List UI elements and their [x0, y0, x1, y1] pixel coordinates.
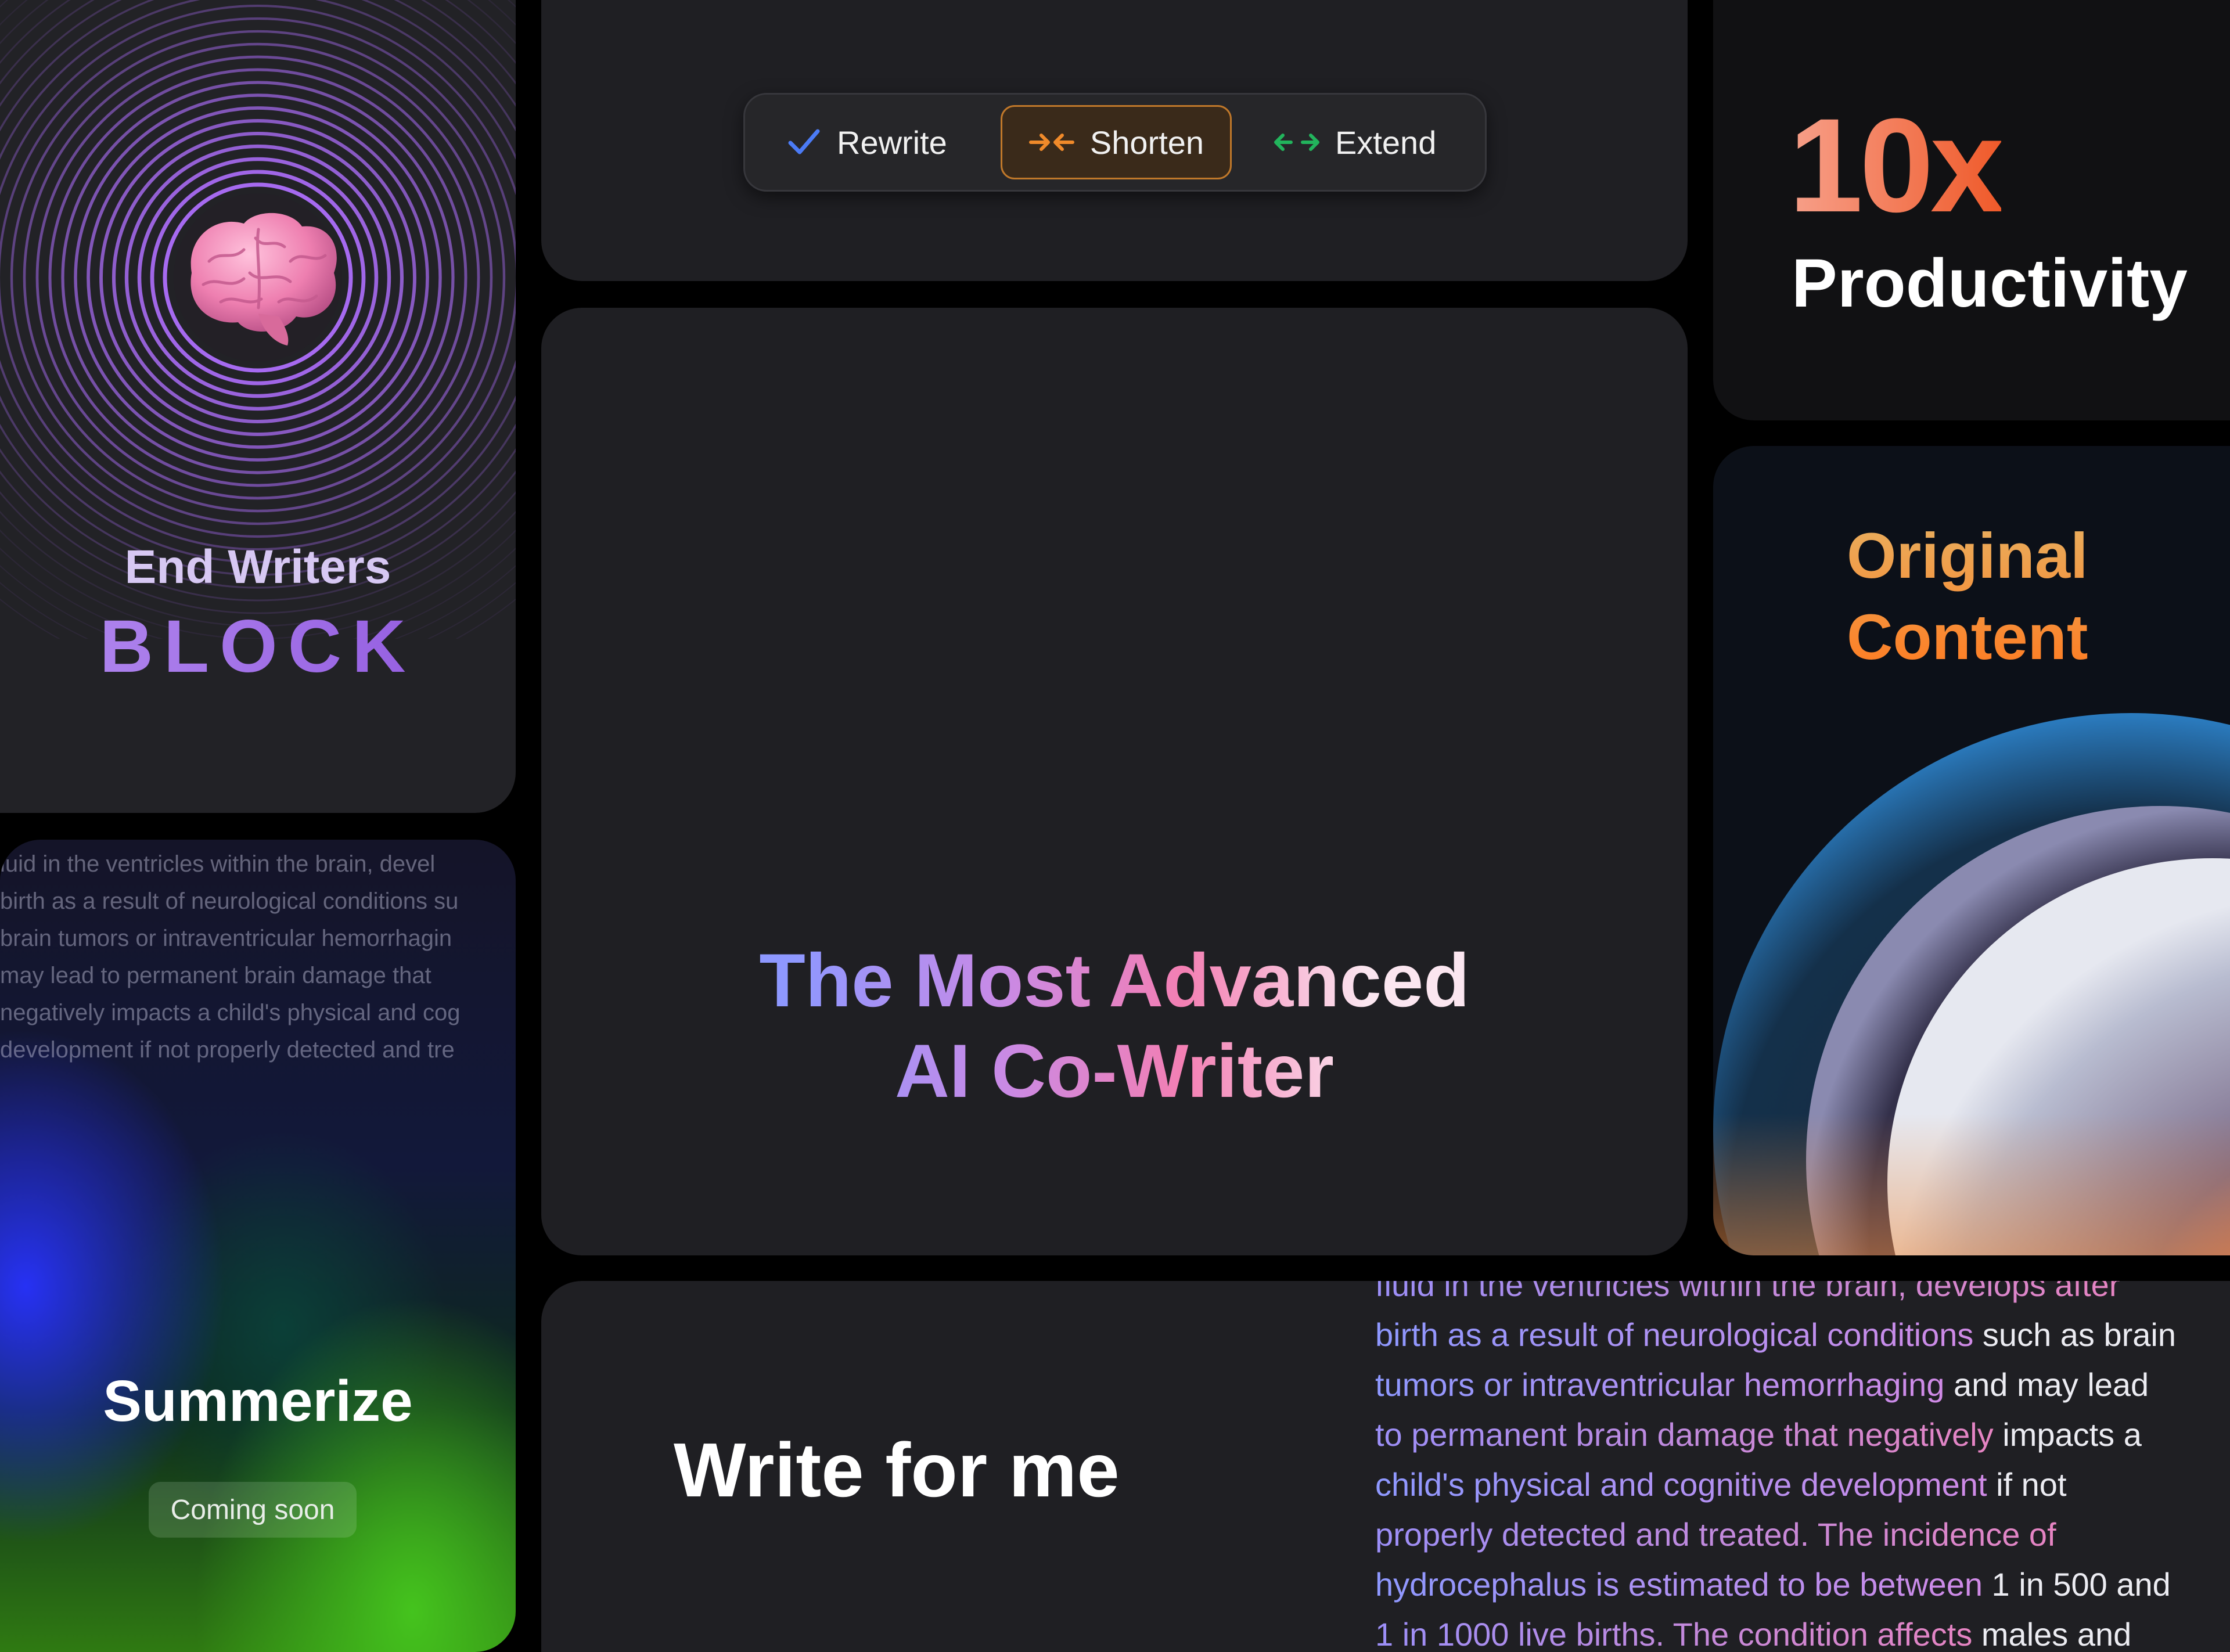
- bottom-glow: [1713, 1114, 2230, 1255]
- generated-text-line: fluid in the ventricles within the brain…: [1375, 1281, 2229, 1310]
- arrows-outward-icon: [1274, 134, 1319, 151]
- summarize-text-line: brain tumors or intraventricular hemorrh…: [0, 926, 452, 951]
- summarize-title: Summerize: [103, 1369, 413, 1434]
- extend-label: Extend: [1335, 124, 1437, 161]
- hero-card: The Most Advanced AI Co-Writer: [541, 308, 1688, 1255]
- original-line1: Original: [1847, 520, 2088, 592]
- generated-text-line: child's physical and cognitive developme…: [1375, 1460, 2229, 1510]
- summarize-text-line: may lead to permanent brain damage that: [0, 963, 431, 988]
- highlighted-text: fluid in the ventricles within the brain…: [1375, 1281, 2120, 1303]
- highlighted-text: 1 in 1000 live births. The condition aff…: [1375, 1616, 1973, 1652]
- checkmark-icon: [788, 129, 820, 154]
- extend-button[interactable]: Extend: [1274, 105, 1436, 179]
- write-for-me-card: Write for me fluid in the ventricles wit…: [541, 1281, 2230, 1652]
- plain-text: impacts a: [1993, 1416, 2142, 1453]
- generated-text-line: 1 in 1000 live births. The condition aff…: [1375, 1610, 2229, 1652]
- generated-text-line: properly detected and treated. The incid…: [1375, 1510, 2229, 1560]
- generated-text-line: to permanent brain damage that negativel…: [1375, 1410, 2229, 1460]
- generated-text-line: birth as a result of neurological condit…: [1375, 1310, 2229, 1360]
- writers-block-line2: BLOCK: [0, 604, 516, 689]
- writers-block-card: End Writers BLOCK: [0, 0, 516, 813]
- writers-block-line1: End Writers: [124, 541, 391, 593]
- hero-headline-line2: AI Co-Writer: [895, 1028, 1334, 1113]
- highlighted-text: child's physical and cognitive developme…: [1375, 1466, 1987, 1503]
- original-content-card: Original Content: [1713, 446, 2230, 1255]
- summarize-sample-text: luid in the ventricles within the brain,…: [0, 845, 516, 1068]
- summarize-text-line: birth as a result of neurological condit…: [0, 888, 459, 914]
- summarize-text-line: luid in the ventricles within the brain,…: [0, 851, 436, 877]
- summarize-text-line: negatively impacts a child's physical an…: [0, 1000, 461, 1025]
- original-content-heading: Original Content: [1847, 516, 2088, 678]
- actions-card: Rewrite Shorten Extend: [541, 0, 1688, 281]
- productivity-card: 10x Productivity: [1713, 0, 2230, 420]
- rewrite-button[interactable]: Rewrite: [786, 105, 947, 179]
- hero-headline-line1: The Most Advanced: [759, 938, 1470, 1023]
- summarize-text-line: development if not properly detected and…: [0, 1037, 455, 1063]
- highlighted-text: properly detected and treated. The incid…: [1375, 1516, 2056, 1553]
- rewrite-label: Rewrite: [837, 124, 947, 161]
- plain-text: and may lead: [1944, 1366, 2149, 1403]
- action-toolbar: Rewrite Shorten Extend: [743, 93, 1487, 192]
- shorten-button[interactable]: Shorten: [1001, 105, 1232, 179]
- generated-text: fluid in the ventricles within the brain…: [1375, 1281, 2229, 1652]
- generated-text-line: hydrocephalus is estimated to be between…: [1375, 1560, 2229, 1610]
- plain-text: such as brain: [1973, 1316, 2177, 1353]
- highlighted-text: to permanent brain damage that negativel…: [1375, 1416, 1994, 1453]
- plain-text: males and: [1972, 1616, 2132, 1652]
- hero-headline: The Most Advanced AI Co-Writer: [541, 935, 1688, 1116]
- highlighted-text: tumors or intraventricular hemorrhaging: [1375, 1366, 1945, 1403]
- shorten-label: Shorten: [1089, 124, 1204, 161]
- coming-soon-badge: Coming soon: [149, 1482, 357, 1538]
- plain-text: if not: [1987, 1466, 2067, 1503]
- productivity-label: Productivity: [1792, 245, 2188, 322]
- productivity-value: 10x: [1789, 91, 2005, 240]
- plain-text: 1 in 500 and: [1982, 1566, 2171, 1603]
- generated-text-line: tumors or intraventricular hemorrhaging …: [1375, 1360, 2229, 1410]
- highlighted-text: hydrocephalus is estimated to be between: [1375, 1566, 1983, 1603]
- original-line2: Content: [1847, 602, 2088, 673]
- highlighted-text: birth as a result of neurological condit…: [1375, 1316, 1974, 1353]
- summarize-card: luid in the ventricles within the brain,…: [0, 840, 516, 1652]
- arrows-inward-icon: [1028, 134, 1074, 151]
- write-for-me-title: Write for me: [674, 1427, 1120, 1513]
